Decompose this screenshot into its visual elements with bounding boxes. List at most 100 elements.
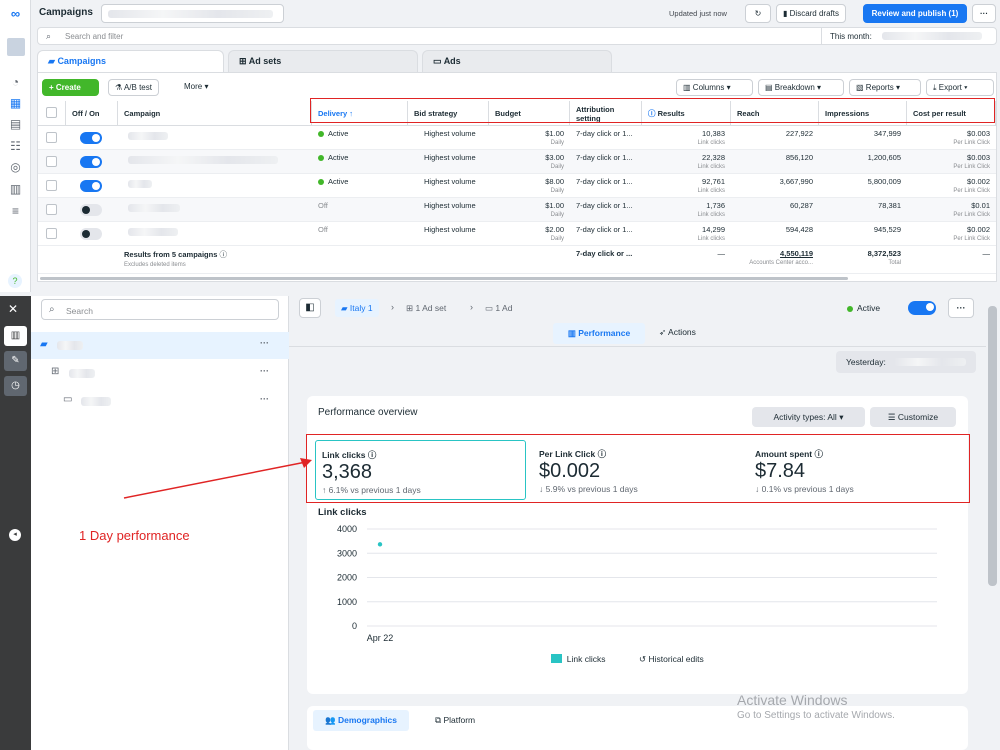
budget-cell: $1.00 Daily — [545, 129, 564, 146]
campaign-toggle[interactable] — [80, 132, 102, 144]
summary-reach: 4,550,119 Accounts Center acco... — [749, 249, 813, 266]
impressions-cell: 945,529 — [873, 225, 901, 234]
meta-logo-icon[interactable]: ∞ — [7, 6, 24, 21]
tree-item-ad[interactable]: ▭ ··· — [31, 389, 289, 413]
date-range-selector[interactable]: This month: — [821, 28, 997, 44]
search-input[interactable]: Search and filter — [65, 32, 123, 41]
table-row[interactable]: Off Highest volume $1.00 Daily 7-day click o… — [38, 198, 996, 222]
summary-results: — — [717, 249, 726, 258]
table-row[interactable]: Active Highest volume $1.00 Daily 7-day clic… — [38, 126, 996, 150]
help-icon[interactable]: ? — [8, 274, 22, 288]
row-checkbox[interactable] — [46, 204, 57, 215]
account-avatar[interactable] — [7, 38, 25, 56]
tree-item-campaign[interactable]: ▰ ··· — [31, 332, 289, 359]
row-checkbox[interactable] — [46, 156, 57, 167]
review-publish-button[interactable]: Review and publish (1) — [863, 4, 967, 23]
horizontal-scrollbar[interactable] — [40, 277, 848, 280]
sidebar-toggle-icon[interactable]: ◧ — [299, 298, 321, 318]
results-cell: 10,383 Link clicks — [697, 129, 725, 146]
row-checkbox[interactable] — [46, 180, 57, 191]
breadcrumb-campaign[interactable]: ▰ Italy 1 — [335, 299, 379, 317]
discard-drafts-button[interactable]: ▮ Discard drafts — [776, 4, 846, 23]
search-filter-bar[interactable]: ⌕ Search and filter This month: — [37, 27, 997, 45]
y-tick-label: 1000 — [337, 597, 357, 607]
impressions-cell: 1,200,605 — [867, 153, 901, 162]
campaign-toggle[interactable] — [80, 180, 102, 192]
create-button[interactable]: + Create — [42, 79, 99, 96]
tab-demographics[interactable]: 👥 Demographics — [313, 710, 409, 731]
campaign-name-redacted — [128, 132, 168, 140]
campaign-toggle[interactable] — [80, 228, 102, 240]
table-row[interactable]: Off Highest volume $2.00 Daily 7-day click o… — [38, 222, 996, 246]
table-icon[interactable]: ▦ — [7, 96, 24, 111]
export-button[interactable]: ⤓ Export ▾ — [926, 79, 994, 96]
coins-icon[interactable]: ◎ — [7, 160, 24, 175]
pencil-icon[interactable]: ✎ — [4, 351, 27, 371]
refresh-button[interactable]: ↻ — [745, 4, 771, 23]
building-icon[interactable]: ▥ — [7, 182, 24, 197]
status-dot — [318, 155, 324, 161]
more-icon[interactable]: ··· — [260, 394, 269, 404]
more-dropdown[interactable]: More ▾ — [178, 79, 215, 96]
campaign-name-redacted — [128, 180, 152, 188]
tab-performance[interactable]: ▥ Performance — [553, 323, 645, 344]
vertical-scrollbar[interactable] — [986, 296, 1000, 750]
impressions-cell: 5,800,009 — [867, 177, 901, 186]
account-selector[interactable] — [101, 4, 284, 23]
tab-actions[interactable]: ➶ Actions — [659, 327, 696, 338]
tab-campaigns[interactable]: ▰ Campaigns — [37, 50, 224, 72]
ad-icon: ▭ — [433, 56, 442, 66]
data-point[interactable] — [377, 542, 383, 547]
tree-item-adset[interactable]: ⊞ ··· — [31, 361, 289, 385]
tab-ads[interactable]: ▭ Ads — [422, 50, 612, 72]
legend-link-clicks[interactable]: Link clicks — [551, 654, 605, 664]
table-row[interactable]: Active Highest volume $3.00 Daily 7-day clic… — [38, 150, 996, 174]
legend-historical-edits[interactable]: ↺ Historical edits — [639, 654, 704, 665]
date-selector[interactable]: Yesterday: — [836, 351, 976, 373]
tab-ad-sets[interactable]: ⊞ Ad sets — [228, 50, 418, 72]
campaign-toggle[interactable] — [80, 156, 102, 168]
row-checkbox[interactable] — [46, 228, 57, 239]
ad-toggle[interactable] — [908, 301, 936, 315]
tree-search-input[interactable]: ⌕ Search — [41, 299, 279, 320]
breakdown-button[interactable]: ▤ Breakdown ▾ — [758, 79, 844, 96]
clock-icon[interactable]: ◷ — [4, 376, 27, 396]
y-tick-label: 0 — [352, 621, 357, 631]
more-icon[interactable]: ··· — [260, 366, 269, 376]
reach-cell: 856,120 — [785, 153, 813, 162]
section-title: Campaigns — [39, 7, 93, 18]
breadcrumb-ad[interactable]: ▭ 1 Ad — [485, 303, 512, 314]
budget-cell: $2.00 Daily — [545, 225, 564, 242]
campaign-name-redacted — [128, 204, 180, 212]
activity-types-dropdown[interactable]: Activity types: All ▾ — [752, 407, 865, 427]
table-row[interactable]: Active Highest volume $8.00 Daily 7-day clic… — [38, 174, 996, 198]
top-bar: Campaigns Updated just now ↻ ▮ Discard d… — [31, 0, 1000, 26]
budget-cell: $1.00 Daily — [545, 201, 564, 218]
chart-icon[interactable]: ▥ — [4, 326, 27, 346]
caret-down-icon: ▾ — [839, 412, 844, 422]
y-tick-label: 3000 — [337, 548, 357, 558]
scroll-thumb[interactable] — [988, 306, 997, 586]
attribution-cell: 7-day click or 1... — [576, 153, 633, 162]
menu-icon[interactable]: ≡ — [7, 204, 24, 219]
grid-icon: ⊞ — [239, 56, 247, 66]
select-all-checkbox[interactable] — [46, 107, 57, 118]
breadcrumb-adset[interactable]: ⊞ 1 Ad set — [406, 303, 446, 314]
audience-icon[interactable]: ☷ — [7, 139, 24, 154]
campaign-toggle[interactable] — [80, 204, 102, 216]
more-icon[interactable]: ··· — [260, 338, 269, 348]
gauge-icon[interactable]: ◔ — [7, 75, 24, 90]
reports-button[interactable]: ▧ Reports ▾ — [849, 79, 921, 96]
header-offon[interactable]: Off / On — [66, 101, 118, 126]
ab-test-button[interactable]: ⚗ A/B test — [108, 79, 159, 96]
close-icon[interactable]: ✕ — [8, 302, 18, 316]
customize-button[interactable]: ☰ Customize — [870, 407, 956, 427]
row-checkbox[interactable] — [46, 132, 57, 143]
columns-button[interactable]: ▥ Columns ▾ — [676, 79, 753, 96]
tab-platform[interactable]: ⧉ Platform — [435, 715, 475, 726]
pages-icon[interactable]: ▤ — [7, 117, 24, 132]
more-options-button[interactable]: ··· — [948, 298, 974, 318]
collapse-icon[interactable]: ◂ — [9, 529, 21, 541]
more-options-button[interactable]: ··· — [972, 4, 996, 23]
header-campaign[interactable]: Campaign — [118, 101, 312, 126]
